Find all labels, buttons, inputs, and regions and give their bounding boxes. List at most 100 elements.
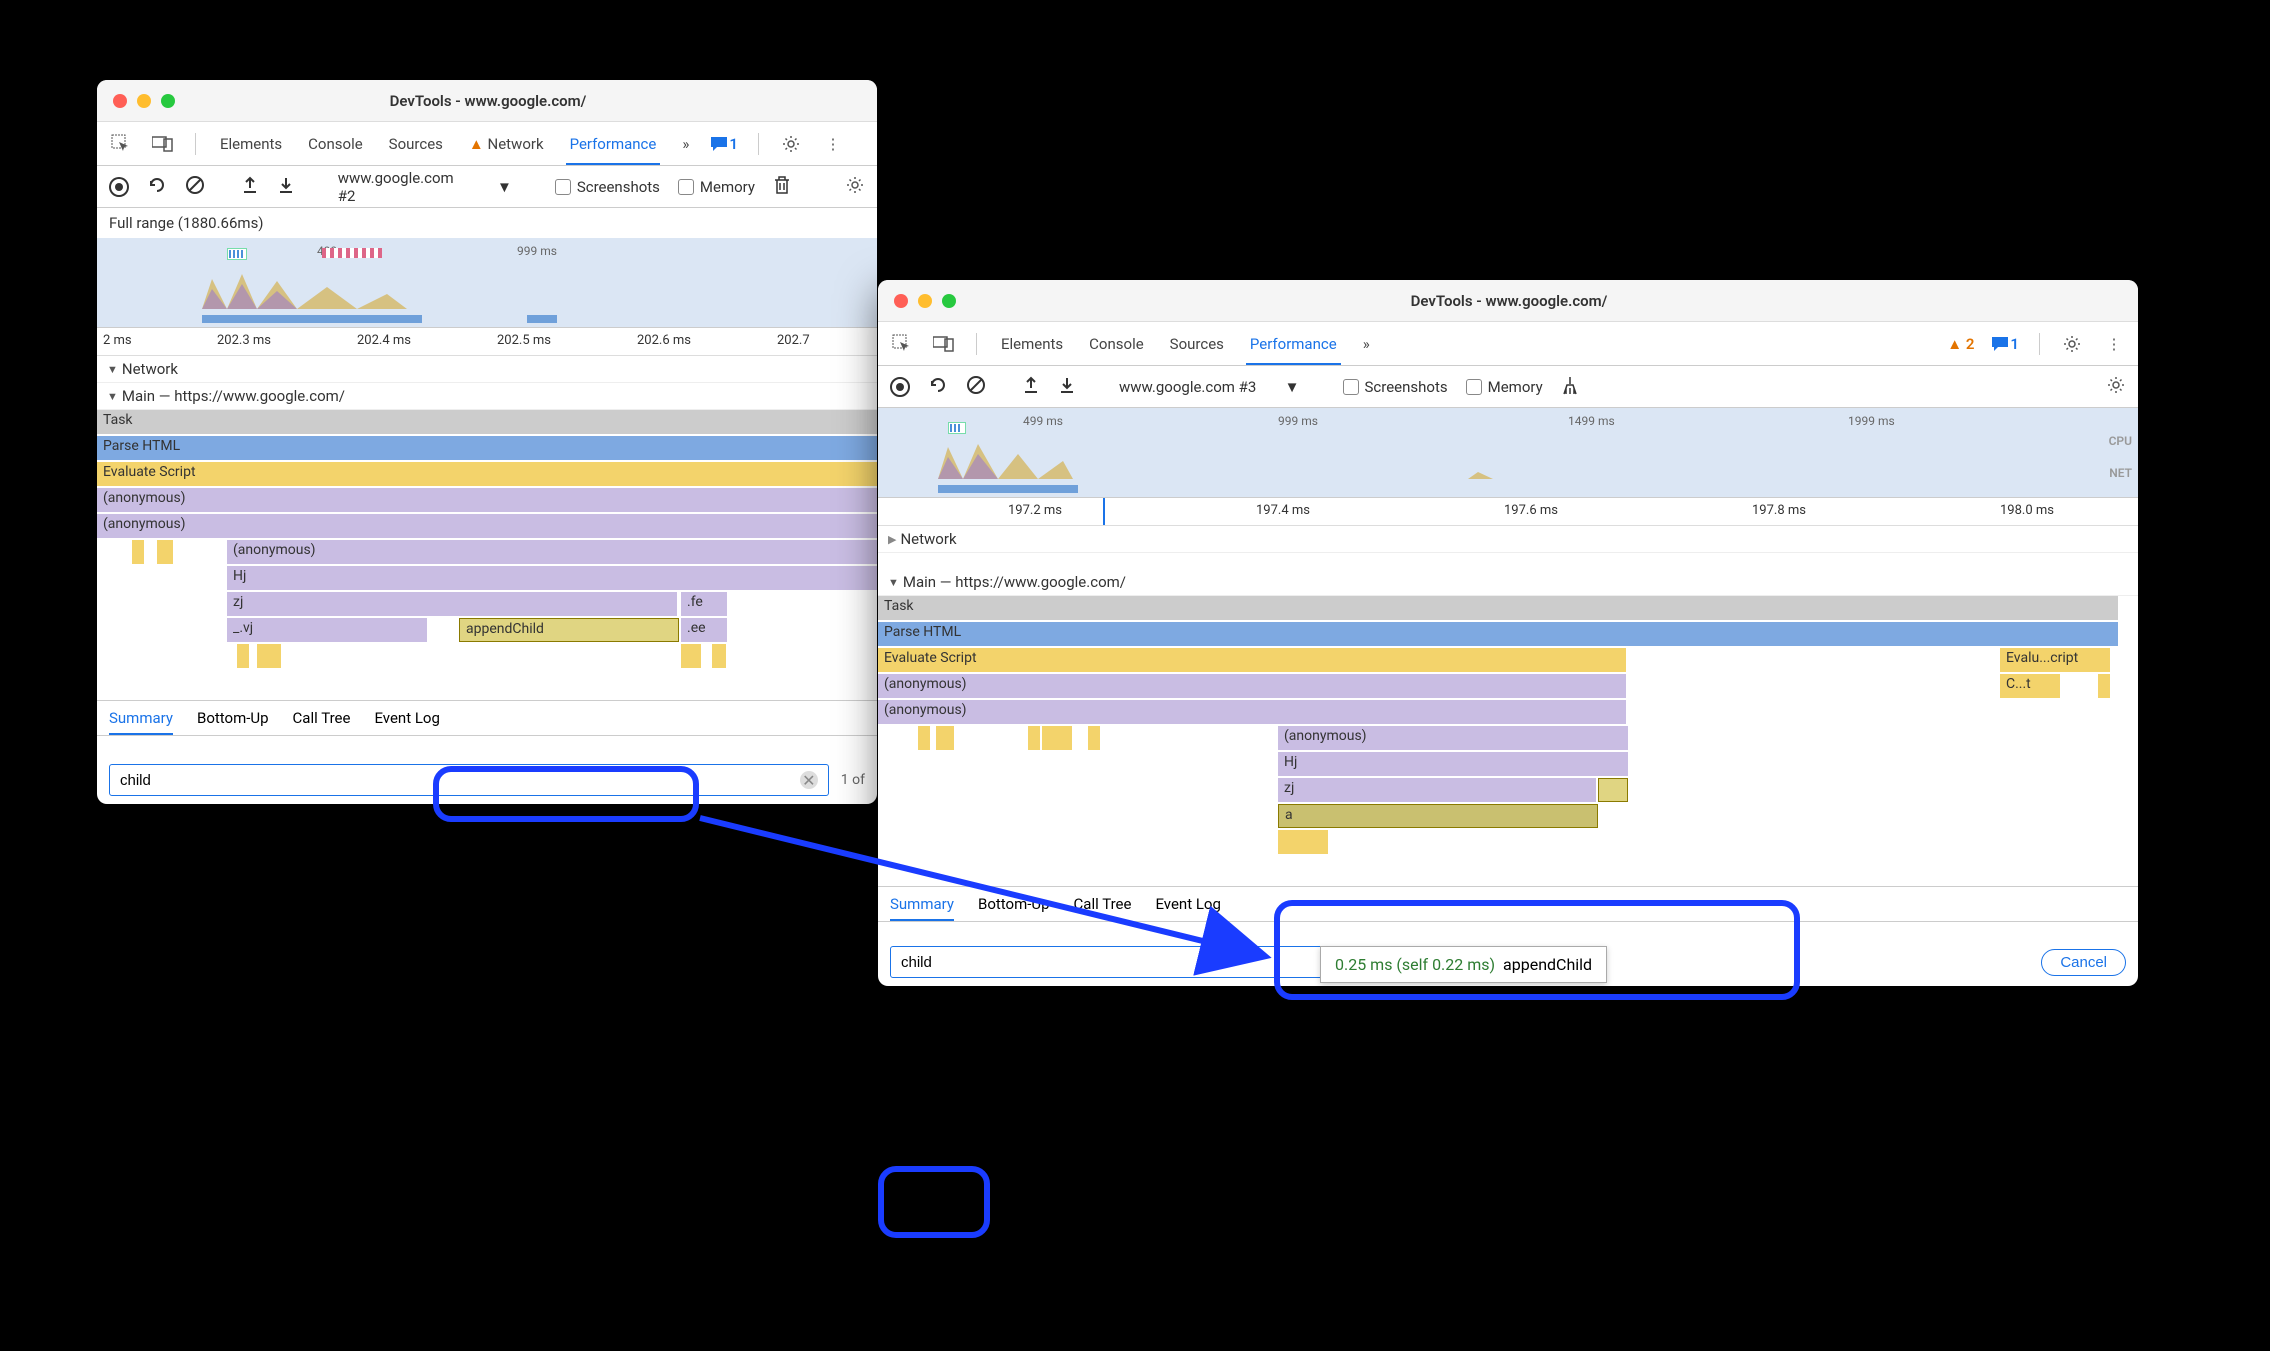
flame-bar-appendchild[interactable]: a (1278, 804, 1598, 828)
flame-bar-fe[interactable]: .fe (681, 592, 727, 616)
download-icon[interactable] (1058, 376, 1076, 398)
main-section-header[interactable]: ▼Main — https://www.google.com/ (97, 383, 877, 410)
time-ruler[interactable]: 197.2 ms 197.4 ms 197.6 ms 197.8 ms 198.… (878, 498, 2138, 526)
flame-bar-anon[interactable]: (anonymous) (878, 674, 1626, 698)
flame-bar-hj[interactable]: Hj (227, 566, 877, 590)
memory-checkbox[interactable]: Memory (1466, 378, 1543, 396)
flame-tooltip: 0.25 ms (self 0.22 ms) appendChild (1320, 946, 1607, 983)
flame-bar-zj[interactable]: zj (1278, 778, 1596, 802)
flame-bar-anon[interactable]: (anonymous) (878, 700, 1626, 724)
flame-bar-appendchild[interactable]: appendChild (459, 618, 679, 642)
ruler-tick: 202.6 ms (637, 333, 691, 348)
flame-bar-small[interactable] (1028, 726, 1040, 750)
main-section-header[interactable]: ▼Main — https://www.google.com/ (878, 569, 2138, 596)
flame-bar-small[interactable] (157, 540, 173, 564)
overview-strip[interactable]: 499 ms 999 ms 1499 ms 1999 ms CPU NET (878, 408, 2138, 498)
flame-bar-vj[interactable]: _.vj (227, 618, 427, 642)
flame-bar-small[interactable] (936, 726, 954, 750)
flame-bar-eval[interactable]: Evaluate Script (97, 462, 877, 486)
memory-checkbox[interactable]: Memory (678, 178, 755, 196)
flame-bar-small[interactable] (257, 644, 281, 668)
inspect-element-icon[interactable] (109, 132, 133, 156)
tab-summary[interactable]: Summary (109, 709, 173, 735)
screenshots-checkbox[interactable]: Screenshots (555, 178, 660, 196)
flame-bar-small[interactable] (1042, 726, 1072, 750)
recording-select[interactable]: www.google.com #2 ▼ (331, 166, 519, 208)
reload-icon[interactable] (928, 375, 948, 399)
tab-calltree[interactable]: Call Tree (293, 709, 351, 727)
warnings-badge[interactable]: ▲ 2 (1947, 335, 1974, 353)
panel-tab-strip: Elements Console Sources Performance » ▲… (878, 322, 2138, 366)
flame-bar-small[interactable] (1088, 726, 1100, 750)
tab-sources[interactable]: Sources (1166, 335, 1228, 353)
tab-performance[interactable]: Performance (1246, 335, 1341, 365)
more-tabs-icon[interactable]: » (1359, 335, 1374, 353)
flame-bar-small[interactable] (681, 644, 701, 668)
flame-bar-anon[interactable]: (anonymous) (1278, 726, 1628, 750)
flame-bar-small[interactable] (132, 540, 144, 564)
flame-bar-parse[interactable]: Parse HTML (878, 622, 2118, 646)
flame-bar-hj[interactable]: Hj (1278, 752, 1628, 776)
cancel-search-button[interactable]: Cancel (2041, 949, 2126, 976)
tab-console[interactable]: Console (1085, 335, 1148, 353)
flame-bar-small[interactable] (712, 644, 726, 668)
tab-performance[interactable]: Performance (566, 135, 661, 165)
menu-icon[interactable]: ⋮ (821, 132, 845, 156)
flame-bar-eval[interactable]: Evaluate Script (878, 648, 1626, 672)
menu-icon[interactable]: ⋮ (2102, 332, 2126, 356)
clear-icon[interactable] (966, 375, 986, 399)
upload-icon[interactable] (241, 176, 259, 198)
reload-icon[interactable] (147, 175, 167, 199)
flame-bar-task[interactable]: Task (97, 410, 877, 434)
settings-icon[interactable] (2060, 332, 2084, 356)
detail-tabs: Summary Bottom-Up Call Tree Event Log (97, 700, 877, 736)
tab-elements[interactable]: Elements (216, 135, 286, 153)
more-tabs-icon[interactable]: » (678, 135, 693, 153)
flame-bar-anon[interactable]: (anonymous) (97, 514, 877, 538)
flame-chart[interactable]: Task Parse HTML Evaluate Script (anonymo… (97, 410, 877, 670)
broom-icon[interactable] (1561, 375, 1579, 399)
screenshots-checkbox[interactable]: Screenshots (1343, 378, 1448, 396)
upload-icon[interactable] (1022, 376, 1040, 398)
settings-icon[interactable] (779, 132, 803, 156)
ruler-tick: 202.4 ms (357, 333, 411, 348)
overview-strip[interactable]: 499 ms 999 ms (97, 238, 877, 328)
trash-icon[interactable] (773, 175, 791, 199)
flame-bar-ct[interactable]: C...t (2000, 674, 2060, 698)
flame-bar-anon[interactable]: (anonymous) (97, 488, 877, 512)
clear-icon[interactable] (185, 175, 205, 199)
tab-eventlog[interactable]: Event Log (374, 709, 439, 727)
recording-select[interactable]: www.google.com #3 ▼ (1112, 375, 1307, 399)
tab-sources[interactable]: Sources (385, 135, 447, 153)
tab-network[interactable]: ▲ Network (465, 135, 548, 153)
tab-console[interactable]: Console (304, 135, 367, 153)
tab-elements[interactable]: Elements (997, 335, 1067, 353)
flame-bar-zj[interactable]: zj (227, 592, 677, 616)
gear-icon[interactable] (845, 175, 865, 199)
flame-bar-small[interactable] (2098, 674, 2110, 698)
window-title: DevTools - www.google.com/ (896, 292, 2122, 310)
network-section-header[interactable]: ▶Network (878, 526, 2138, 553)
flame-bar-small[interactable] (918, 726, 930, 750)
network-section-header[interactable]: ▼Network (97, 356, 877, 383)
gear-icon[interactable] (2106, 375, 2126, 399)
messages-badge[interactable]: 1 (711, 135, 738, 153)
messages-badge[interactable]: 1 (1992, 335, 2019, 353)
ruler-tick: 202.3 ms (217, 333, 271, 348)
flame-bar-small[interactable] (237, 644, 249, 668)
flame-bar-task[interactable]: Task (878, 596, 2118, 620)
tab-bottomup[interactable]: Bottom-Up (197, 709, 269, 727)
flame-bar-parse[interactable]: Parse HTML (97, 436, 877, 460)
overview-timestamp: 1499 ms (1568, 414, 1615, 428)
device-toolbar-icon[interactable] (932, 332, 956, 356)
flame-bar-ee[interactable]: .ee (681, 618, 727, 642)
flame-bar-eval2[interactable]: Evalu...cript (2000, 648, 2110, 672)
flame-bar-match2[interactable] (1598, 778, 1628, 802)
record-button[interactable] (109, 177, 129, 197)
time-ruler[interactable]: 2 ms 202.3 ms 202.4 ms 202.5 ms 202.6 ms… (97, 328, 877, 356)
device-toolbar-icon[interactable] (151, 132, 175, 156)
record-button[interactable] (890, 377, 910, 397)
inspect-element-icon[interactable] (890, 332, 914, 356)
flame-bar-anon[interactable]: (anonymous) (227, 540, 877, 564)
download-icon[interactable] (277, 176, 295, 198)
